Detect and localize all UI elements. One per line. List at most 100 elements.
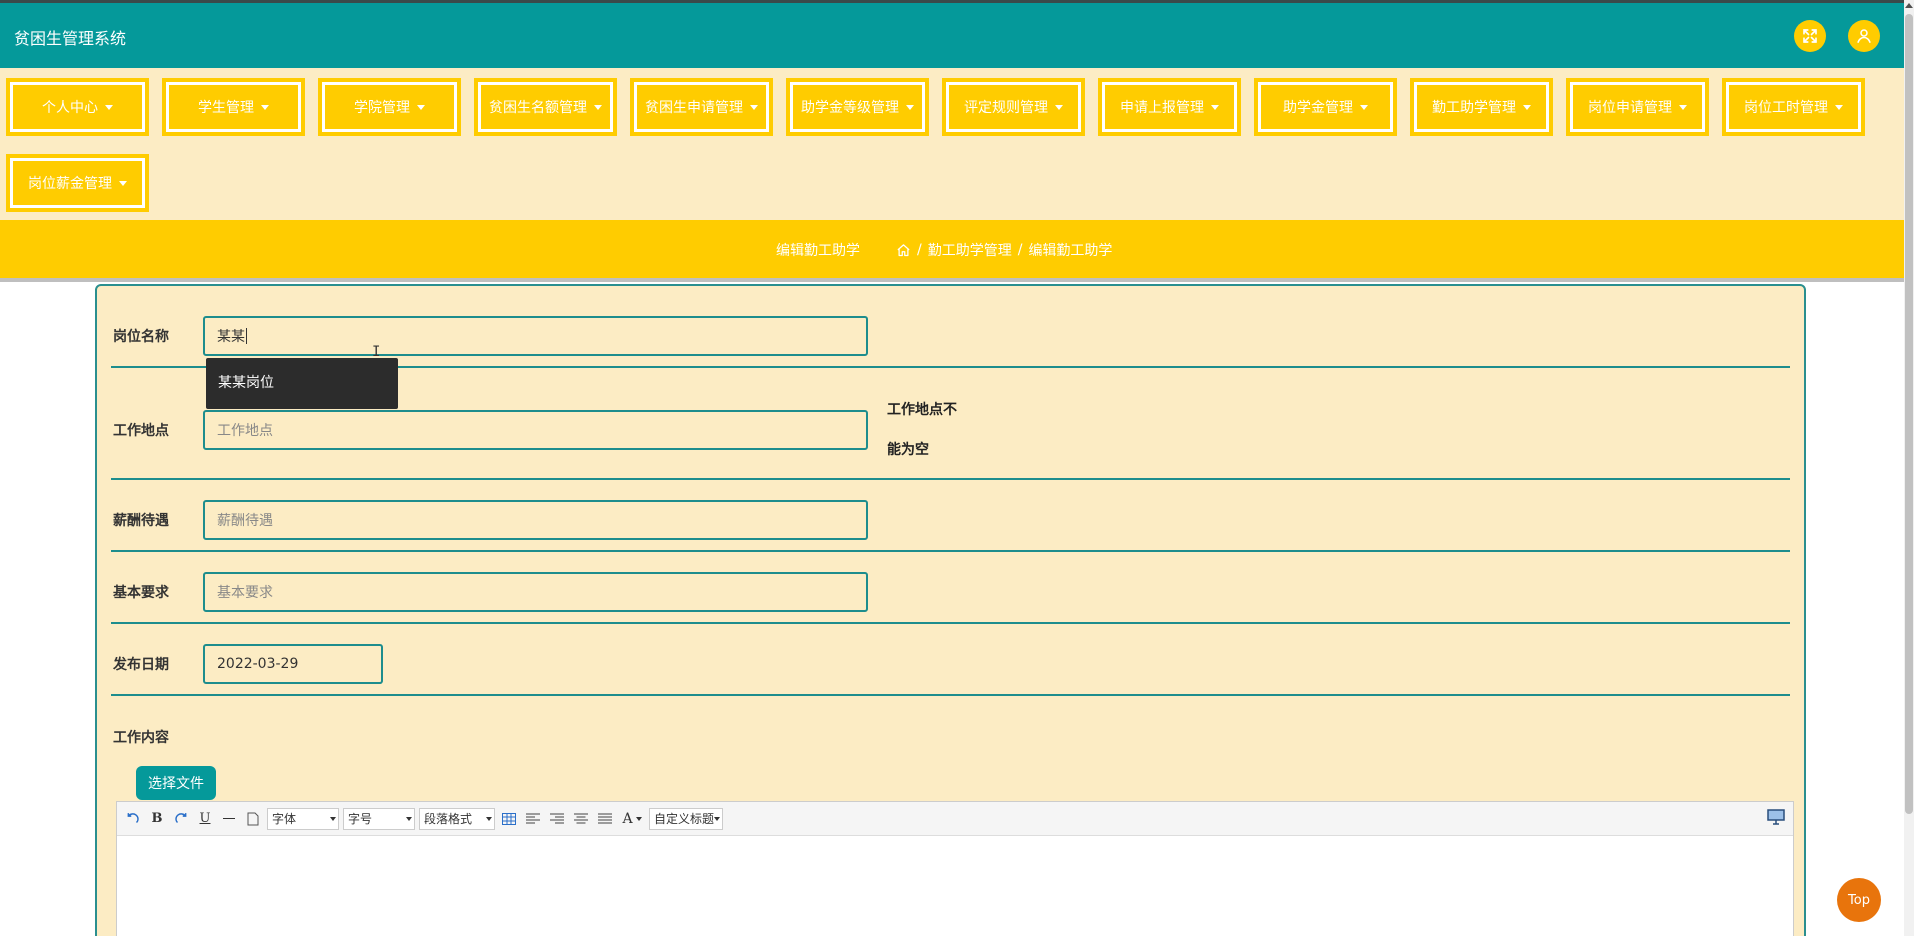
nav-item-label: 贫困生申请管理 xyxy=(645,100,743,116)
user-icon xyxy=(1857,29,1871,43)
align-right-button[interactable] xyxy=(547,809,567,829)
redo-button[interactable] xyxy=(171,809,191,829)
nav-item-label: 岗位薪金管理 xyxy=(28,176,112,192)
chevron-down-icon xyxy=(105,104,113,110)
scrollbar-thumb[interactable] xyxy=(1905,14,1913,814)
location-error-message: 工作地点不能为空 xyxy=(887,402,957,458)
table-icon xyxy=(502,812,516,825)
nav-item-label: 申请上报管理 xyxy=(1120,100,1204,116)
text-cursor xyxy=(246,328,247,344)
chevron-down-icon xyxy=(594,104,602,110)
insert-table-button[interactable] xyxy=(499,809,519,829)
chevron-down-icon xyxy=(1523,104,1531,110)
chevron-down-icon xyxy=(1360,104,1368,110)
salary-input[interactable]: 薪酬待遇 xyxy=(203,500,868,540)
nav-item-personal-center[interactable]: 个人中心 xyxy=(6,78,149,136)
page-icon xyxy=(247,812,259,825)
form-row-post-name: 岗位名称 某某 xyxy=(111,286,1790,368)
autocomplete-option[interactable]: 某某岗位 xyxy=(218,375,274,391)
requirements-placeholder: 基本要求 xyxy=(217,585,273,601)
horizontal-rule-button[interactable] xyxy=(219,809,239,829)
divider xyxy=(0,278,1904,282)
publish-date-input[interactable]: 2022-03-29 xyxy=(203,644,383,684)
align-center-icon xyxy=(574,813,588,823)
font-size-select[interactable]: 字号 xyxy=(343,807,415,830)
scroll-up-arrow-icon[interactable] xyxy=(1905,3,1913,8)
nav-item-grants[interactable]: 助学金管理 xyxy=(1254,78,1397,136)
choose-file-button[interactable]: 选择文件 xyxy=(136,766,216,800)
nav-item-reports[interactable]: 申请上报管理 xyxy=(1098,78,1241,136)
fullscreen-icon xyxy=(1803,29,1817,43)
work-content-label: 工作内容 xyxy=(113,730,169,746)
breadcrumb-link-work-study[interactable]: 勤工助学管理 xyxy=(928,240,1012,260)
form-row-publish-date: 发布日期 2022-03-29 xyxy=(111,624,1790,696)
nav-item-students[interactable]: 学生管理 xyxy=(162,78,305,136)
align-left-button[interactable] xyxy=(523,809,543,829)
back-to-top-button[interactable]: Top xyxy=(1837,878,1881,922)
form-row-salary: 薪酬待遇 薪酬待遇 xyxy=(111,480,1790,552)
paragraph-format-select-value: 段落格式 xyxy=(424,812,473,826)
post-name-input[interactable]: 某某 xyxy=(203,316,868,356)
nav-item-post-applications[interactable]: 岗位申请管理 xyxy=(1566,78,1709,136)
align-center-button[interactable] xyxy=(571,809,591,829)
preview-button[interactable] xyxy=(1767,809,1787,829)
font-family-select[interactable]: 字体 xyxy=(267,807,339,830)
nav-item-label: 助学金等级管理 xyxy=(801,100,899,116)
nav-item-label: 学院管理 xyxy=(354,100,410,116)
breadcrumb-separator: / xyxy=(1017,242,1023,258)
user-menu-button[interactable] xyxy=(1848,20,1880,52)
nav-item-post-salary[interactable]: 岗位薪金管理 xyxy=(6,154,149,212)
nav-item-label: 助学金管理 xyxy=(1283,100,1353,116)
fullscreen-button[interactable] xyxy=(1794,20,1826,52)
nav-item-label: 个人中心 xyxy=(42,100,98,116)
nav-item-work-study[interactable]: 勤工助学管理 xyxy=(1410,78,1553,136)
nav-item-colleges[interactable]: 学院管理 xyxy=(318,78,461,136)
chevron-down-icon xyxy=(417,104,425,110)
horizontal-rule-icon xyxy=(223,818,235,819)
location-placeholder: 工作地点 xyxy=(217,423,273,439)
requirements-input[interactable]: 基本要求 xyxy=(203,572,868,612)
chevron-down-icon xyxy=(1679,104,1687,110)
rich-text-editor: B U 字体 字号 段落格式 A 自定义标题 xyxy=(116,801,1794,936)
custom-title-select[interactable]: 自定义标题 xyxy=(649,807,723,830)
align-justify-icon xyxy=(598,813,612,823)
breadcrumb: / 勤工助学管理 / 编辑勤工助学 xyxy=(896,240,1112,260)
chevron-down-icon xyxy=(1055,104,1063,110)
location-input[interactable]: 工作地点 xyxy=(203,410,868,450)
chevron-down-icon xyxy=(714,816,720,821)
app-header: 贫困生管理系统 xyxy=(0,3,1904,68)
editor-content-area[interactable] xyxy=(117,836,1793,936)
post-name-label: 岗位名称 xyxy=(113,329,169,345)
underline-button[interactable]: U xyxy=(195,809,215,829)
nav-item-grant-levels[interactable]: 助学金等级管理 xyxy=(786,78,929,136)
bold-button[interactable]: B xyxy=(147,809,167,829)
font-color-button[interactable]: A xyxy=(619,809,645,829)
nav-item-rules[interactable]: 评定规则管理 xyxy=(942,78,1085,136)
chevron-down-icon xyxy=(635,816,642,821)
nav-item-applications[interactable]: 贫困生申请管理 xyxy=(630,78,773,136)
nav-item-quota[interactable]: 贫困生名额管理 xyxy=(474,78,617,136)
chevron-down-icon xyxy=(1211,104,1219,110)
clear-format-button[interactable] xyxy=(243,809,263,829)
main-nav: 个人中心 学生管理 学院管理 贫困生名额管理 贫困生申请管理 助学金等级管理 评… xyxy=(0,68,1904,220)
undo-button[interactable] xyxy=(123,809,143,829)
chevron-down-icon xyxy=(261,104,269,110)
chevron-down-icon xyxy=(406,816,412,821)
nav-item-label: 评定规则管理 xyxy=(964,100,1048,116)
undo-icon xyxy=(127,812,139,823)
home-icon[interactable] xyxy=(896,243,911,258)
nav-item-label: 勤工助学管理 xyxy=(1432,100,1516,116)
chevron-down-icon xyxy=(1835,104,1843,110)
autocomplete-dropdown[interactable]: 某某岗位 xyxy=(206,358,398,409)
nav-item-label: 学生管理 xyxy=(198,100,254,116)
align-justify-button[interactable] xyxy=(595,809,615,829)
chevron-down-icon xyxy=(486,816,492,821)
bold-icon: B xyxy=(151,811,163,826)
chevron-down-icon xyxy=(330,816,336,821)
paragraph-format-select[interactable]: 段落格式 xyxy=(419,807,495,830)
nav-item-post-hours[interactable]: 岗位工时管理 xyxy=(1722,78,1865,136)
breadcrumb-bar: 编辑勤工助学 / 勤工助学管理 / 编辑勤工助学 xyxy=(0,220,1904,278)
salary-label: 薪酬待遇 xyxy=(113,513,169,529)
editor-toolbar: B U 字体 字号 段落格式 A 自定义标题 xyxy=(117,802,1793,836)
form-row-requirements: 基本要求 基本要求 xyxy=(111,552,1790,624)
